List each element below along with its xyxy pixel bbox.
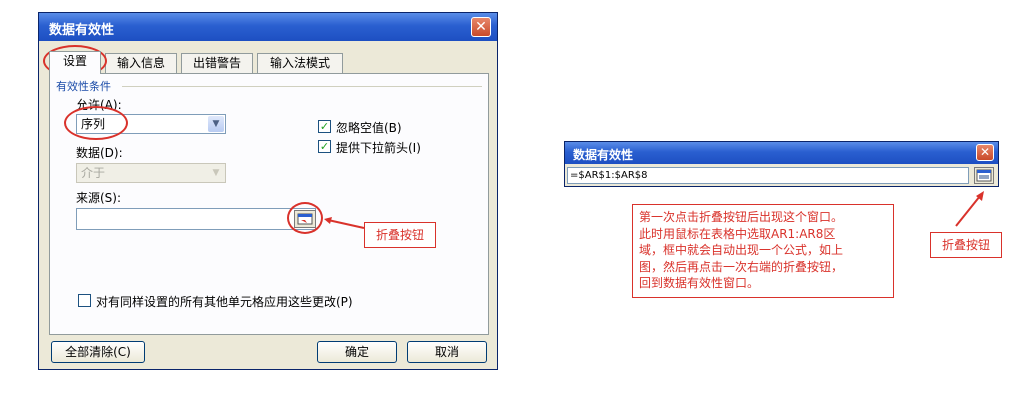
dialog-title: 数据有效性: [49, 23, 115, 38]
expand-button[interactable]: [974, 167, 994, 184]
dropdown-arrow-label: 提供下拉箭头(I): [336, 141, 421, 155]
settings-panel: 有效性条件 允许(A): 序列 ▼ 数据(D): 介于 ▼ ✓ 忽略空值(B) …: [49, 73, 489, 335]
source-input[interactable]: [76, 208, 316, 230]
ignore-blank-checkbox[interactable]: ✓: [318, 120, 331, 133]
expand-dialog-icon: [976, 169, 992, 182]
ok-button[interactable]: 确定: [317, 341, 397, 363]
data-select[interactable]: 介于 ▼: [76, 163, 226, 183]
cancel-button[interactable]: 取消: [407, 341, 487, 363]
clear-all-button[interactable]: 全部清除(C): [51, 341, 145, 363]
instruction-line: 域，框中就会自动出现一个公式，如上: [639, 243, 844, 257]
validation-criteria-group-title: 有效性条件: [56, 80, 111, 93]
tab-ime-mode[interactable]: 输入法模式: [257, 53, 343, 73]
instruction-annotation: 第一次点击折叠按钮后出现这个窗口。 此时用鼠标在表格中选取AR1:AR8区 域，…: [632, 204, 894, 298]
data-validation-dialog: 数据有效性 ✕ 设置 输入信息 出错警告 输入法模式 有效性条件 允许(A): …: [38, 12, 498, 370]
chevron-down-icon[interactable]: ▼: [208, 116, 224, 132]
instruction-line: 回到数据有效性窗口。: [639, 276, 760, 290]
annotation-arrow: [324, 217, 365, 229]
ignore-blank-label: 忽略空值(B): [336, 121, 402, 135]
collapsed-dialog-title-bar[interactable]: 数据有效性 ✕: [565, 142, 998, 164]
collapse-button-annotation: 折叠按钮: [364, 222, 436, 248]
instruction-line: 第一次点击折叠按钮后出现这个窗口。: [639, 210, 844, 224]
apply-all-label: 对有同样设置的所有其他单元格应用这些更改(P): [96, 295, 353, 309]
instruction-line: 此时用鼠标在表格中选取AR1:AR8区: [639, 226, 836, 241]
instruction-line: 图，然后再点击一次右端的折叠按钮，: [639, 259, 844, 274]
apply-all-checkbox[interactable]: [78, 294, 91, 307]
highlight-allow-value: [64, 106, 128, 140]
collapsed-validation-dialog: 数据有效性 ✕ =$AR$1:$AR$8: [564, 141, 999, 187]
close-icon[interactable]: ✕: [471, 17, 491, 37]
tab-error-alert[interactable]: 出错警告: [181, 53, 253, 73]
close-icon[interactable]: ✕: [976, 144, 994, 161]
tab-input-message[interactable]: 输入信息: [105, 53, 177, 73]
data-select-value: 介于: [81, 166, 106, 180]
range-reference-input[interactable]: =$AR$1:$AR$8: [567, 167, 969, 184]
highlight-collapse-button: [287, 202, 323, 234]
collapsed-dialog-title: 数据有效性: [573, 148, 634, 162]
dropdown-arrow-checkbox[interactable]: ✓: [318, 140, 331, 153]
expand-button-annotation: 折叠按钮: [930, 232, 1002, 258]
group-divider: [122, 86, 482, 87]
tab-settings[interactable]: 设置: [49, 51, 101, 74]
dialog-title-bar[interactable]: 数据有效性 ✕: [39, 13, 497, 41]
expand-annotation-arrow: [955, 191, 984, 227]
data-label: 数据(D):: [76, 146, 123, 160]
chevron-down-icon[interactable]: ▼: [208, 165, 224, 181]
source-label: 来源(S):: [76, 191, 122, 205]
